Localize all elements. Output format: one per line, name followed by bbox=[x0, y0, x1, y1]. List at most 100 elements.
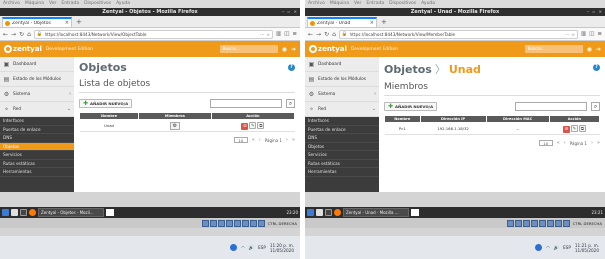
save-changes-icon[interactable]: ◉ bbox=[587, 46, 592, 53]
sidebar-subitem[interactable]: DNS bbox=[0, 134, 74, 143]
audio-icon[interactable] bbox=[217, 219, 225, 227]
forward-icon[interactable]: → bbox=[11, 31, 16, 38]
sidebar-subitem[interactable]: Rutas estáticas bbox=[305, 159, 379, 168]
host-clock[interactable]: 11:21 p. m. 11/05/2020 bbox=[575, 243, 599, 253]
new-tab-button[interactable]: + bbox=[381, 17, 387, 27]
vm-menu-item[interactable]: Entrada bbox=[366, 0, 384, 8]
new-tab-button[interactable]: + bbox=[76, 17, 82, 27]
sidebar-item[interactable]: ▤ Estado de los Módulos bbox=[305, 72, 379, 87]
language-indicator[interactable]: ESP bbox=[258, 245, 266, 250]
page-title-text[interactable]: Objetos bbox=[384, 63, 432, 76]
vm-menu-item[interactable]: Entrada bbox=[61, 0, 79, 8]
members-config-button[interactable]: ⚙ bbox=[169, 121, 180, 130]
help-icon[interactable]: ? bbox=[288, 64, 295, 71]
vm-menu-item[interactable]: Ayuda bbox=[421, 0, 435, 8]
edit-icon[interactable]: ✎ bbox=[570, 124, 578, 132]
prev-page-icon[interactable]: ‹ bbox=[564, 140, 566, 146]
terminal-icon[interactable] bbox=[20, 209, 27, 216]
window-controls[interactable]: – ▫ × bbox=[282, 8, 298, 16]
files-icon[interactable] bbox=[316, 209, 323, 216]
page-actions-icon[interactable]: ⋯ bbox=[260, 32, 264, 37]
files-icon[interactable] bbox=[11, 209, 18, 216]
volume-tray-icon[interactable]: 🔊 bbox=[249, 245, 254, 251]
search-icon[interactable]: ⌕ bbox=[591, 102, 600, 111]
reload-icon[interactable]: ↻ bbox=[324, 31, 329, 38]
optical-icon[interactable] bbox=[209, 219, 217, 227]
table-filter-input[interactable] bbox=[515, 102, 587, 111]
sidebar-item[interactable]: ▤ Estado de los Módulos bbox=[0, 72, 74, 87]
clone-icon[interactable]: ⧉ bbox=[257, 121, 265, 129]
vm-menu-item[interactable]: Dispositivos bbox=[389, 0, 416, 8]
network-tray-icon[interactable]: ◠ bbox=[241, 245, 245, 250]
usb-icon[interactable] bbox=[538, 219, 546, 227]
home-icon[interactable]: ⌂ bbox=[332, 31, 336, 38]
sidebar-subitem[interactable]: Puertas de enlace bbox=[0, 125, 74, 134]
save-changes-icon[interactable]: ◉ bbox=[282, 46, 287, 53]
zentyal-logo[interactable]: zentyal bbox=[309, 45, 347, 53]
url-bar[interactable]: 🔒 https://localhost:8443/Network/View/Me… bbox=[338, 29, 578, 39]
library-icon[interactable]: ▥ bbox=[581, 31, 586, 37]
sidebar-subitem[interactable]: Herramientas bbox=[0, 168, 74, 177]
sidebar-toggle-icon[interactable]: ◫ bbox=[284, 31, 289, 37]
sidebar-item[interactable]: ⚬ Red ⌄ bbox=[305, 102, 379, 117]
table-filter-input[interactable] bbox=[210, 99, 282, 108]
firefox-icon[interactable] bbox=[334, 209, 341, 216]
hdd-icon[interactable] bbox=[201, 219, 209, 227]
help-icon[interactable]: ? bbox=[593, 64, 600, 71]
page-size-select[interactable]: 10 bbox=[538, 140, 553, 146]
language-indicator[interactable]: ESP bbox=[563, 245, 571, 250]
delete-icon[interactable]: ⊘ bbox=[241, 122, 249, 130]
network-tray-icon[interactable]: ◠ bbox=[546, 245, 550, 250]
host-clock[interactable]: 11:20 p. m. 11/05/2020 bbox=[270, 243, 294, 253]
usb-icon[interactable] bbox=[233, 219, 241, 227]
sidebar-subitem[interactable]: Objetos bbox=[0, 142, 74, 151]
next-page-icon[interactable]: › bbox=[591, 140, 593, 146]
display-icon[interactable] bbox=[554, 219, 562, 227]
terminal-icon[interactable] bbox=[325, 209, 332, 216]
last-page-icon[interactable]: » bbox=[292, 137, 295, 143]
sidebar-subitem[interactable]: Servicios bbox=[305, 151, 379, 160]
vm-menu-item[interactable]: Ayuda bbox=[116, 0, 130, 8]
add-new-button[interactable]: ✚ AÑADIR NUEVO/A bbox=[79, 99, 133, 108]
forward-icon[interactable]: → bbox=[316, 31, 321, 38]
page-actions-icon[interactable]: ⋯ bbox=[565, 32, 569, 37]
browser-tab[interactable]: Zentyal - Objetos × bbox=[2, 17, 72, 27]
firefox-icon[interactable] bbox=[29, 209, 36, 216]
page-size-select[interactable]: 10 bbox=[233, 137, 248, 143]
menu-icon[interactable] bbox=[2, 209, 9, 216]
network-icon[interactable] bbox=[225, 219, 233, 227]
sidebar-item[interactable]: ⚙ Sistema ‹ bbox=[0, 87, 74, 102]
volume-tray-icon[interactable]: 🔊 bbox=[554, 245, 559, 251]
sidebar-subitem[interactable]: Interfaces bbox=[0, 117, 74, 126]
prev-page-icon[interactable]: ‹ bbox=[259, 137, 261, 143]
sidebar-item[interactable]: ▣ Dashboard bbox=[305, 57, 379, 72]
vm-menu-item[interactable]: Máquina bbox=[330, 0, 349, 8]
taskbar-task[interactable]: Zentyal - Objetos - Mozil... bbox=[38, 208, 104, 217]
url-bar[interactable]: 🔒 https://localhost:8443/Network/View/Ob… bbox=[33, 29, 273, 39]
vm-menu-item[interactable]: Archivo bbox=[3, 0, 20, 8]
hamburger-menu-icon[interactable]: ≡ bbox=[597, 31, 602, 37]
hamburger-menu-icon[interactable]: ≡ bbox=[292, 31, 297, 37]
mouse-integration-icon[interactable] bbox=[257, 219, 265, 227]
add-new-button[interactable]: ✚ AÑADIR NUEVO/A bbox=[384, 102, 438, 111]
optical-icon[interactable] bbox=[514, 219, 522, 227]
vm-menu-item[interactable]: Máquina bbox=[25, 0, 44, 8]
next-page-icon[interactable]: › bbox=[286, 137, 288, 143]
sidebar-subitem[interactable]: Servicios bbox=[0, 151, 74, 160]
shared-folder-icon[interactable] bbox=[241, 219, 249, 227]
clone-icon[interactable]: ⧉ bbox=[578, 124, 586, 132]
zentyal-logo[interactable]: zentyal bbox=[4, 45, 42, 53]
sidebar-toggle-icon[interactable]: ◫ bbox=[589, 31, 594, 37]
hdd-icon[interactable] bbox=[506, 219, 514, 227]
vm-menu-item[interactable]: Ver bbox=[354, 0, 361, 8]
taskbar-task[interactable]: Zentyal - Unad - Mozilla ... bbox=[343, 208, 409, 217]
vm-menu-item[interactable]: Dispositivos bbox=[84, 0, 111, 8]
logout-icon[interactable]: ➜ bbox=[596, 46, 601, 53]
window-controls[interactable]: – ▫ × bbox=[587, 8, 603, 16]
sidebar-subitem[interactable]: DNS bbox=[305, 134, 379, 143]
page-title-text[interactable]: Objetos bbox=[79, 61, 127, 74]
library-icon[interactable]: ▥ bbox=[276, 31, 281, 37]
sidebar-subitem[interactable]: Herramientas bbox=[305, 168, 379, 177]
host-app-icon[interactable] bbox=[535, 244, 543, 251]
shared-folder-icon[interactable] bbox=[546, 219, 554, 227]
